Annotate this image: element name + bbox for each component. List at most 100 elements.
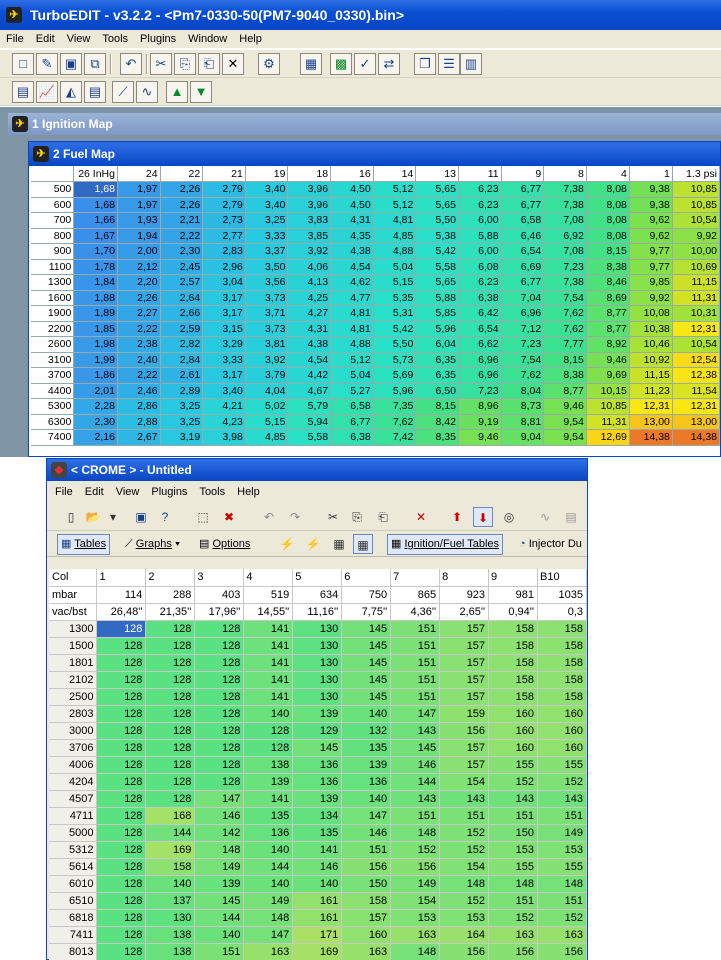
fuel-cell[interactable]: 7,38 [543,181,587,198]
open-folder-icon[interactable]: ✎ [36,53,58,75]
crome-fuel-cell[interactable]: 134 [292,807,343,825]
crome-fuel-cell[interactable]: 153 [390,909,441,927]
fuel-column-header[interactable]: 13 [415,166,459,182]
fuel-column-header[interactable]: 1.3 psi [672,166,721,182]
fuel-cell[interactable]: 4,13 [287,274,332,291]
fuel-cell[interactable]: 5,79 [287,398,332,415]
rpm-row-header[interactable]: 800 [31,228,75,244]
fuel-cell[interactable]: 6,00 [458,212,502,229]
fuel-cell[interactable]: 6,23 [458,181,502,198]
fuel-cell[interactable]: 8,38 [586,259,630,275]
crome-fuel-cell[interactable]: 128 [194,671,245,689]
fuel-cell[interactable]: 4,54 [330,259,374,275]
crome-column-header[interactable]: 26,48'' [96,603,147,621]
fuel-column-header[interactable]: 24 [117,166,161,182]
crome-fuel-cell[interactable]: 139 [292,705,343,723]
menu-edit[interactable]: Edit [30,30,61,48]
crome-fuel-cell[interactable]: 152 [488,773,538,791]
rpm-row-header[interactable]: 4400 [31,383,75,399]
menu-window[interactable]: Window [182,30,233,48]
fuel-cell[interactable]: 4,25 [287,290,332,306]
crome-fuel-cell[interactable]: 141 [243,688,294,706]
rpm-row-header[interactable]: 8013 [49,943,98,960]
fuel-cell[interactable]: 12,38 [672,367,721,384]
crome-fuel-cell[interactable]: 169 [145,841,196,859]
fuel-cell[interactable]: 9,62 [629,212,673,229]
fuel-cell[interactable]: 2,66 [160,305,204,322]
save-icon[interactable]: ▣ [131,507,151,527]
crome-fuel-cell[interactable]: 128 [96,722,147,740]
fuel-cell[interactable]: 2,83 [202,243,246,260]
fuel-cell[interactable]: 6,42 [458,305,502,322]
fuel-column-header[interactable]: 16 [330,166,374,182]
fuel-cell[interactable]: 8,92 [586,336,630,353]
fuel-cell[interactable]: 3,92 [287,243,332,260]
fuel-cell[interactable]: 6,58 [501,212,545,229]
fuel-cell[interactable]: 5,96 [373,383,417,399]
crome-fuel-cell[interactable]: 140 [194,926,245,944]
fuel-cell[interactable]: 2,82 [160,336,204,353]
crome-fuel-cell[interactable]: 141 [243,637,294,655]
fuel-cell[interactable]: 12,31 [629,398,673,415]
close-file-icon[interactable]: ✖ [219,507,239,527]
crome-fuel-cell[interactable]: 151 [390,807,441,825]
fuel-cell[interactable]: 10,46 [629,336,673,353]
smooth-icon[interactable]: ∿ [136,81,158,103]
fuel-cell[interactable]: 8,38 [543,367,587,384]
paste-icon[interactable]: ⎗ [373,507,393,527]
fuel-cell[interactable]: 2,64 [160,290,204,306]
fuel-cell[interactable]: 6,92 [543,228,587,244]
fuel-column-header[interactable]: 19 [245,166,289,182]
fuel-cell[interactable]: 1,84 [73,274,118,291]
fuel-cell[interactable]: 2,73 [202,212,246,229]
crome-fuel-cell[interactable]: 145 [390,739,441,757]
fuel-cell[interactable]: 6,00 [458,243,502,260]
crome-fuel-cell[interactable]: 158 [537,637,588,655]
redo-icon[interactable]: ↷ [285,507,305,527]
fuel-cell[interactable]: 9,77 [629,243,673,260]
fuel-cell[interactable]: 11,15 [629,367,673,384]
crome-fuel-cell[interactable]: 138 [243,756,294,774]
crome-column-header[interactable]: 4,36'' [390,603,441,621]
crome-fuel-cell[interactable]: 151 [390,671,441,689]
fuel-cell[interactable]: 5,50 [415,212,459,229]
crome-menu-plugins[interactable]: Plugins [145,483,193,501]
crome-fuel-cell[interactable]: 152 [390,841,441,859]
fuel-cell[interactable]: 9,85 [629,274,673,291]
crome-fuel-cell[interactable]: 128 [96,875,147,893]
crome-column-header[interactable]: 750 [341,586,392,604]
fuel-cell[interactable]: 3,56 [245,274,289,291]
fuel-cell[interactable]: 6,77 [330,414,374,430]
fuel-cell[interactable]: 6,23 [458,274,502,291]
crome-fuel-cell[interactable]: 158 [488,654,538,672]
crome-fuel-cell[interactable]: 157 [341,909,392,927]
crome-fuel-cell[interactable]: 148 [439,875,490,893]
crome-column-header[interactable]: 14,55'' [243,603,294,621]
fuel-cell[interactable]: 3,19 [160,429,204,446]
fuel-cell[interactable]: 13,00 [672,414,721,430]
crome-fuel-cell[interactable]: 140 [292,875,343,893]
fuel-cell[interactable]: 5,38 [415,228,459,244]
crome-fuel-cell[interactable]: 152 [439,824,490,842]
fuel-cell[interactable]: 4,54 [287,352,332,368]
fuel-cell[interactable]: 12,31 [672,321,721,337]
crome-column-header[interactable]: 923 [439,586,490,604]
fuel-cell[interactable]: 1,70 [73,243,118,260]
crome-column-header[interactable]: 8 [439,569,490,587]
datalog-icon[interactable]: ▤ [84,81,106,103]
fuel-cell[interactable]: 9,38 [629,197,673,213]
crome-fuel-cell[interactable]: 153 [439,909,490,927]
fuel-cell[interactable]: 4,85 [373,228,417,244]
crome-fuel-cell[interactable]: 128 [96,637,147,655]
crome-menu-tools[interactable]: Tools [193,483,231,501]
fuel-cell[interactable]: 5,58 [415,259,459,275]
crome-fuel-cell[interactable]: 160 [488,722,538,740]
fuel-cell[interactable]: 7,35 [373,398,417,415]
crome-fuel-cell[interactable]: 163 [390,926,441,944]
fuel-cell[interactable]: 1,88 [73,290,118,306]
chip-icon[interactable]: ▦ [300,53,322,75]
rpm-row-header[interactable]: 1300 [49,620,98,638]
save-as-icon[interactable]: ? [155,507,175,527]
fuel-cell[interactable]: 3,37 [245,243,289,260]
crome-fuel-cell[interactable]: 140 [341,705,392,723]
